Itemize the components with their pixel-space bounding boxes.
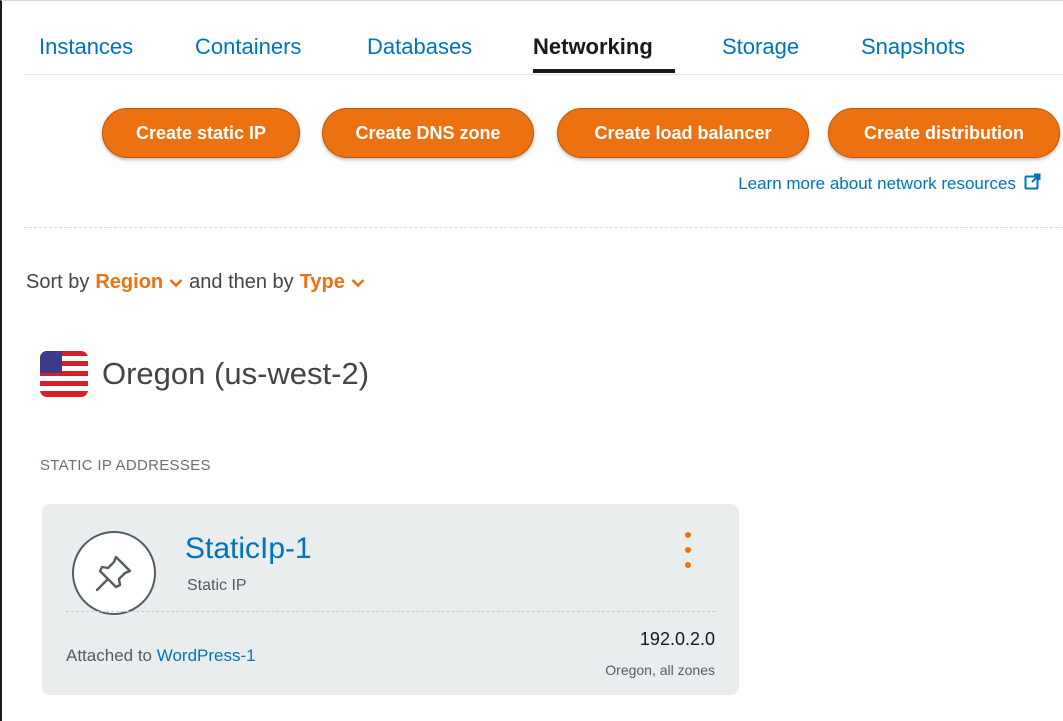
tab-bar: Instances Containers Databases Networkin…	[24, 1, 1063, 75]
ip-location: Oregon, all zones	[605, 662, 715, 678]
tab-snapshots[interactable]: Snapshots	[861, 34, 965, 60]
create-load-balancer-button[interactable]: Create load balancer	[557, 108, 809, 158]
external-link-icon	[1024, 173, 1041, 195]
attached-instance-link[interactable]: WordPress-1	[157, 646, 256, 665]
sort-primary-value: Region	[95, 271, 164, 293]
chevron-down-icon	[351, 278, 365, 288]
learn-more-link[interactable]: Learn more about network resources	[738, 173, 1041, 195]
section-label: STATIC IP ADDRESSES	[40, 457, 211, 474]
create-dns-zone-button[interactable]: Create DNS zone	[322, 108, 534, 158]
ip-address: 192.0.2.0	[639, 629, 715, 649]
us-flag-icon	[40, 351, 88, 397]
card-divider	[66, 611, 715, 612]
page-frame: Instances Containers Databases Networkin…	[0, 0, 1063, 721]
pushpin-icon	[72, 531, 156, 615]
attached-prefix: Attached to	[66, 646, 157, 665]
sort-controls: Sort by Region and then by Type	[26, 271, 365, 294]
sort-type-dropdown[interactable]: Type	[300, 271, 365, 294]
chevron-down-icon	[169, 278, 183, 288]
resource-type: Static IP	[187, 577, 247, 594]
more-actions-icon[interactable]	[682, 532, 694, 568]
region-header: Oregon (us-west-2)	[40, 351, 369, 397]
static-ip-card: StaticIp-1 Static IP Attached to WordPre…	[42, 504, 739, 695]
sort-prefix: Sort by	[26, 271, 90, 293]
sort-middle: and then by	[189, 271, 294, 293]
sort-secondary-value: Type	[299, 271, 345, 293]
sort-region-dropdown[interactable]: Region	[95, 271, 183, 294]
tab-instances[interactable]: Instances	[39, 34, 133, 60]
region-name: Oregon (us-west-2)	[102, 356, 370, 391]
learn-more-label: Learn more about network resources	[738, 174, 1016, 193]
active-tab-indicator	[533, 69, 675, 73]
section-divider	[24, 227, 1063, 228]
create-distribution-button[interactable]: Create distribution	[828, 108, 1060, 158]
tab-containers[interactable]: Containers	[195, 34, 301, 60]
attached-to: Attached to WordPress-1	[66, 646, 256, 666]
static-ip-name-link[interactable]: StaticIp-1	[185, 532, 312, 566]
tab-storage[interactable]: Storage	[722, 34, 799, 60]
tab-databases[interactable]: Databases	[367, 34, 472, 60]
tab-networking[interactable]: Networking	[533, 34, 653, 60]
create-static-ip-button[interactable]: Create static IP	[102, 108, 300, 158]
